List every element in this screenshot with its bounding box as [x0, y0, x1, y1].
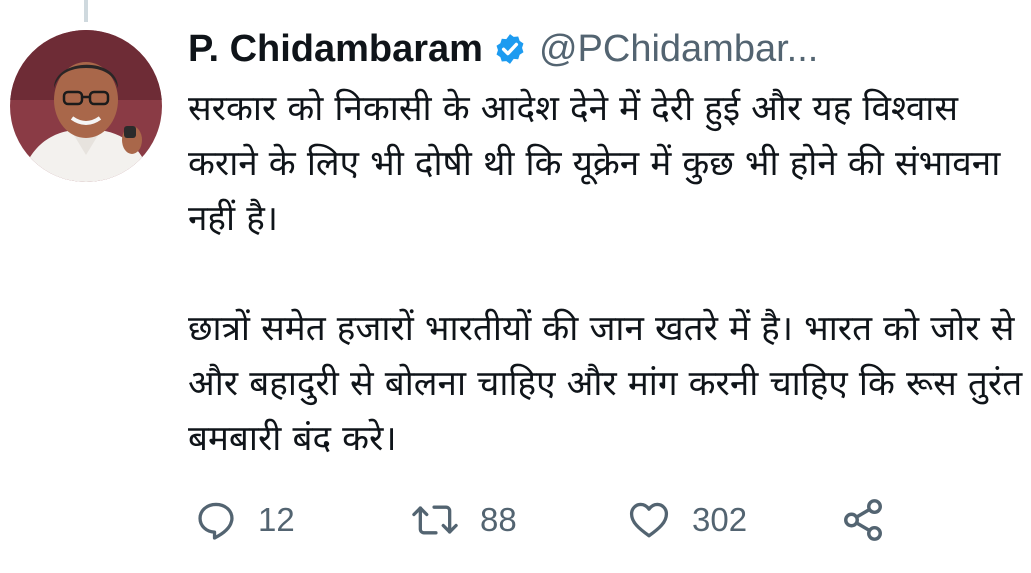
author-name[interactable]: P. Chidambaram — [188, 28, 483, 71]
reply-count: 12 — [258, 501, 295, 538]
tweet-paragraph: छात्रों समेत हजारों भारतीयों की जान खतरे… — [188, 309, 1023, 459]
tweet-paragraph: सरकार को निकासी के आदेश देने में देरी हु… — [188, 89, 1001, 239]
share-button[interactable] — [840, 494, 886, 546]
author-handle[interactable]: @PChidambar... — [539, 28, 818, 71]
like-count: 302 — [692, 501, 748, 538]
avatar-photo — [10, 30, 162, 182]
author-avatar[interactable] — [10, 30, 162, 182]
tweet-actions-bar: 12 88 302 — [188, 494, 908, 546]
tweet-text: सरकार को निकासी के आदेश देने में देरी हु… — [188, 82, 1023, 467]
reply-button[interactable]: 12 — [194, 494, 295, 546]
heart-icon — [629, 502, 669, 538]
like-button[interactable]: 302 — [626, 494, 747, 546]
share-icon — [844, 499, 882, 541]
retweet-count: 88 — [480, 501, 517, 538]
retweet-icon — [412, 505, 458, 535]
retweet-button[interactable]: 88 — [410, 494, 517, 546]
thread-connector-line — [84, 0, 88, 22]
tweet-header: P. Chidambaram @PChidambar... — [188, 24, 818, 74]
reply-icon — [198, 502, 234, 540]
verified-badge-icon — [493, 32, 527, 66]
